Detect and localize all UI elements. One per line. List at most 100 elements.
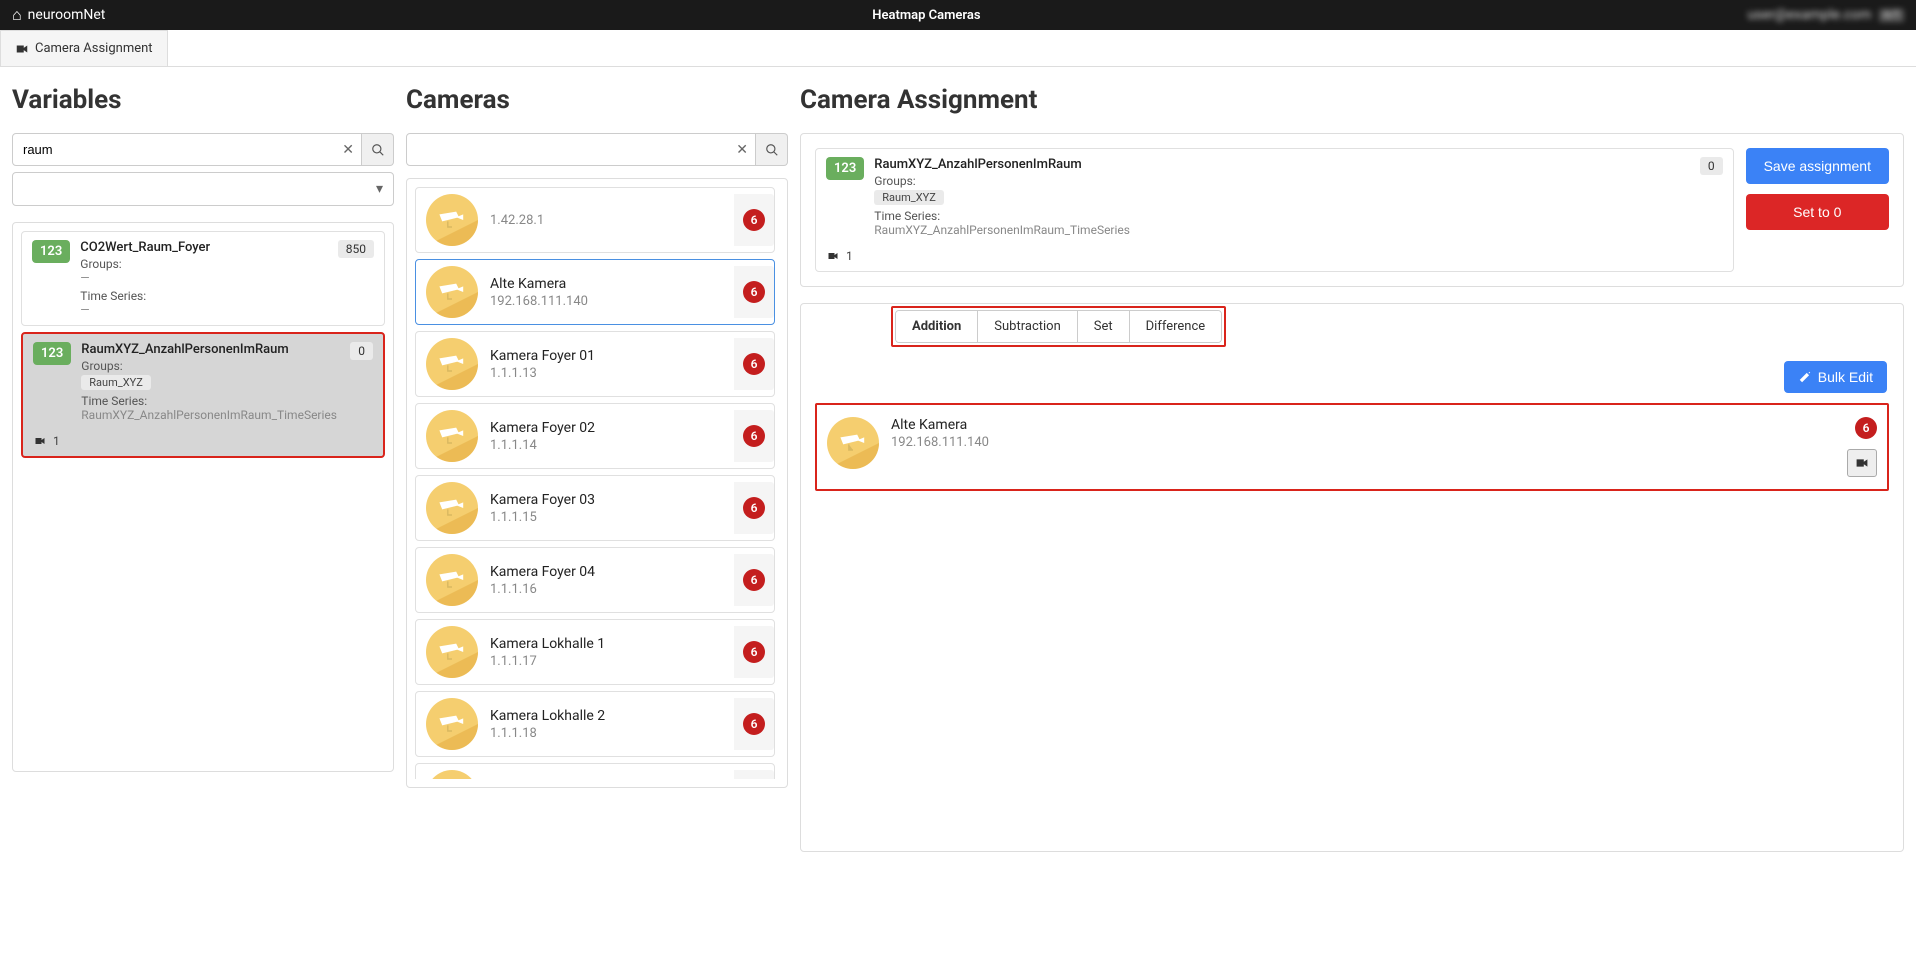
camera-name: Kamera Lokhalle 2 [490,708,722,724]
camera-ip: 1.1.1.13 [490,366,722,381]
camera-avatar-icon [426,266,478,318]
variable-ts-value: RaumXYZ_AnzahlPersonenImRaum_TimeSeries [81,408,340,422]
home-icon[interactable] [12,5,22,25]
camera-count-badge: 6 [743,209,765,231]
op-tab-addition[interactable]: Addition [896,311,978,342]
save-assignment-button[interactable]: Save assignment [1746,148,1889,184]
camera-avatar-icon [426,194,478,246]
operation-tabs: Addition Subtraction Set Difference [895,310,1222,343]
top-bar: neuroomNet Heatmap Cameras user@example.… [0,0,1916,30]
page-title: Heatmap Cameras [105,8,1747,23]
variable-group-chip: Raum_XYZ [874,190,944,205]
camera-card[interactable]: Kamera Foyer 04 1.1.1.16 6 [415,547,775,613]
assignment-title: Camera Assignment [800,85,1904,115]
cameras-list: 1.42.28.16Alte Kamera192.168.111.1406Kam… [406,178,788,788]
camera-icon [1854,457,1870,469]
camera-card[interactable]: Kamera Lokhalle 1 1.1.1.17 6 [415,619,775,685]
assigned-camera-card[interactable]: Alte Kamera 192.168.111.140 6 [827,413,1877,481]
variable-groups-value: — [80,271,327,285]
camera-name: Kamera Foyer 02 [490,420,722,436]
op-tab-set[interactable]: Set [1078,311,1130,342]
user-label[interactable]: user@example.com [1747,7,1871,23]
assignment-selected-variable: 123 RaumXYZ_AnzahlPersonenImRaum Groups:… [815,148,1734,272]
assigned-camera-action-button[interactable] [1847,449,1877,477]
camera-count-badge: 6 [743,641,765,663]
variable-card-selected[interactable]: 123 RaumXYZ_AnzahlPersonenImRaum Groups:… [21,332,385,458]
variable-group-chip: Raum_XYZ [81,375,151,390]
variable-type-badge: 123 [826,157,864,180]
camera-card[interactable]: 1.42.28.1 6 [415,187,775,253]
assigned-camera-name: Alte Kamera [891,417,1835,433]
variables-search-input[interactable] [12,133,362,166]
camera-ip: 1.1.1.17 [490,654,722,669]
camera-card[interactable]: Kamera Lokhalle 36 [415,763,775,779]
sub-nav: Camera Assignment [0,30,1916,67]
camera-avatar-icon [426,482,478,534]
variable-groups-label: Groups: [80,257,327,271]
variable-type-badge: 123 [32,240,70,263]
camera-avatar-icon [426,626,478,678]
variable-name: RaumXYZ_AnzahlPersonenImRaum [874,157,1690,172]
variable-type-badge: 123 [33,342,71,365]
bulk-edit-label: Bulk Edit [1818,369,1873,385]
variable-ts-value: RaumXYZ_AnzahlPersonenImRaum_TimeSeries [874,223,1690,237]
camera-count-badge: 6 [743,425,765,447]
variable-name: RaumXYZ_AnzahlPersonenImRaum [81,342,340,357]
camera-count-badge: 6 [743,569,765,591]
camera-avatar-icon [426,554,478,606]
camera-card[interactable]: Kamera Foyer 031.1.1.156 [415,475,775,541]
camera-name: Alte Kamera [490,276,722,292]
lang-badge[interactable]: A/T [1879,9,1904,22]
variables-filter-dropdown[interactable]: ▾ [12,172,394,206]
clear-icon[interactable]: ✕ [736,142,748,158]
assigned-camera-ip: 192.168.111.140 [891,435,1835,450]
variable-value: 850 [338,240,374,258]
variable-value: 0 [350,342,373,360]
clear-icon[interactable]: ✕ [342,142,354,158]
variables-search-button[interactable] [362,133,394,166]
camera-card[interactable]: Kamera Foyer 021.1.1.146 [415,403,775,469]
op-tab-difference[interactable]: Difference [1130,311,1222,342]
chevron-down-icon: ▾ [376,181,383,197]
variable-ts-label: Time Series: [80,289,327,303]
assigned-cameras-highlight: Alte Kamera 192.168.111.140 6 [815,403,1889,491]
camera-card[interactable]: Kamera Lokhalle 21.1.1.186 [415,691,775,757]
op-tab-subtraction[interactable]: Subtraction [978,311,1077,342]
search-icon [371,143,385,157]
camera-card[interactable]: Alte Kamera192.168.111.1406 [415,259,775,325]
cameras-title: Cameras [406,85,788,115]
camera-ip: 1.1.1.16 [490,582,722,597]
camera-icon [826,251,840,261]
camera-avatar-icon [426,338,478,390]
cameras-search-button[interactable] [756,133,788,166]
edit-icon [1798,370,1812,384]
search-icon [765,143,779,157]
operation-tabs-highlight: Addition Subtraction Set Difference [891,306,1226,347]
variables-list: 123 CO2Wert_Raum_Foyer Groups: — Time Se… [12,222,394,772]
variable-ts-value: — [80,303,327,317]
camera-ip: 1.1.1.18 [490,726,722,741]
bulk-edit-button[interactable]: Bulk Edit [1784,361,1887,393]
brand-label[interactable]: neuroomNet [28,7,106,23]
variable-name: CO2Wert_Raum_Foyer [80,240,327,255]
camera-icon [33,436,47,446]
assigned-camera-count: 6 [1855,417,1877,439]
variable-cam-count: 1 [53,434,60,448]
variable-card[interactable]: 123 CO2Wert_Raum_Foyer Groups: — Time Se… [21,231,385,326]
camera-avatar-icon [426,770,478,779]
tab-camera-assignment[interactable]: Camera Assignment [0,30,168,66]
variable-cam-count: 1 [846,249,853,263]
variables-title: Variables [12,85,394,115]
cameras-search-input[interactable] [406,133,756,166]
camera-name: Kamera Lokhalle 1 [490,636,722,652]
camera-icon [15,43,29,55]
set-to-zero-button[interactable]: Set to 0 [1746,194,1889,230]
camera-card[interactable]: Kamera Foyer 011.1.1.136 [415,331,775,397]
camera-ip: 192.168.111.140 [490,294,722,309]
camera-avatar-icon [426,410,478,462]
tab-label: Camera Assignment [35,41,153,56]
camera-name: Kamera Foyer 04 [490,564,722,580]
camera-count-badge: 6 [743,353,765,375]
variable-value: 0 [1700,157,1723,175]
camera-ip: 1.42.28.1 [490,213,722,228]
